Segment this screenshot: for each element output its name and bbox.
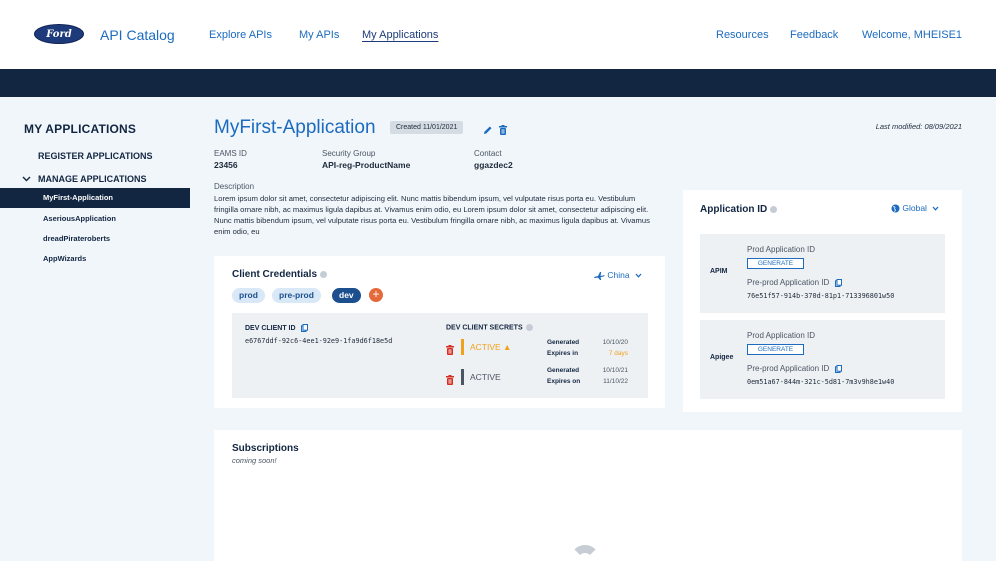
client-secrets-label: DEV CLIENT SECRETS	[446, 324, 523, 332]
preprod-application-id-label: Pre-prod Application ID	[747, 364, 830, 373]
secret-expires-label: Expires on	[547, 378, 581, 385]
globe-icon	[891, 204, 900, 213]
info-icon[interactable]	[770, 205, 778, 213]
secret-expires-label: Expires in	[547, 350, 579, 357]
delete-secret-trash-icon[interactable]	[446, 342, 454, 360]
subscriptions-note: coming soon!	[232, 456, 277, 465]
last-modified-date: Last modified: 08/09/2021	[875, 122, 962, 131]
env-pill-pre-prod[interactable]: pre-prod	[272, 288, 321, 303]
client-credentials-title: Client Credentials	[232, 269, 328, 280]
application-id-title: Application ID	[700, 204, 778, 215]
preprod-application-id-label: Pre-prod Application ID	[747, 278, 830, 287]
secret-generated-date: 10/10/20	[602, 339, 628, 346]
dev-credentials-panel: DEV CLIENT ID e6767ddf-92c6-4ee1-92e9-1f…	[232, 313, 648, 398]
copy-icon[interactable]	[834, 364, 842, 373]
edit-pencil-icon[interactable]	[483, 122, 493, 134]
sidebar-item-myfirst-application[interactable]: MyFirst-Application	[0, 188, 190, 208]
prod-application-id-label: Prod Application ID	[747, 331, 816, 340]
sidebar-manage-label: MANAGE APPLICATIONS	[38, 174, 147, 184]
application-id-title-text: Application ID	[700, 204, 768, 215]
description-text: Lorem ipsum dolor sit amet, consectetur …	[214, 194, 650, 236]
apim-id-panel: APIM Prod Application ID GENERATE Pre-pr…	[700, 234, 945, 313]
chevron-down-icon	[932, 206, 939, 212]
platform-label-apigee: Apigee	[710, 354, 734, 361]
preprod-application-id-value[interactable]: 0em51a67-844m-321c-5d81-7m3v9h8e1w40	[747, 378, 894, 386]
preprod-application-id-caption: Pre-prod Application ID	[747, 364, 842, 373]
app-title[interactable]: API Catalog	[100, 27, 175, 43]
secret-generated-label: Generated	[547, 367, 580, 374]
client-id-caption: DEV CLIENT ID	[245, 324, 308, 332]
preprod-application-id-caption: Pre-prod Application ID	[747, 278, 842, 287]
preprod-application-id-value[interactable]: 76e51f57-914b-370d-81p1-713396801w50	[747, 292, 894, 300]
loading-spinner-icon	[570, 545, 600, 561]
region-label: Global	[902, 203, 927, 213]
client-secrets-caption: DEV CLIENT SECRETS	[446, 324, 533, 331]
env-pill-prod[interactable]: prod	[232, 288, 265, 303]
apigee-id-panel: Apigee Prod Application ID GENERATE Pre-…	[700, 320, 945, 399]
sidebar: MY APPLICATIONS REGISTER APPLICATIONS MA…	[0, 97, 190, 561]
sidebar-register-applications[interactable]: REGISTER APPLICATIONS	[38, 151, 153, 161]
nav-feedback[interactable]: Feedback	[790, 29, 838, 41]
generate-button[interactable]: GENERATE	[747, 258, 804, 269]
main-content: MyFirst-Application Created 11/01/2021 L…	[190, 97, 996, 561]
nav-my-applications[interactable]: My Applications	[362, 29, 438, 41]
eams-id-label: EAMS ID	[214, 149, 247, 158]
nav-explore-apis[interactable]: Explore APIs	[209, 29, 272, 41]
copy-icon[interactable]	[300, 324, 308, 332]
info-icon[interactable]	[320, 270, 328, 278]
subscriptions-title: Subscriptions	[232, 443, 299, 454]
chevron-down-icon	[22, 175, 32, 184]
env-pill-dev[interactable]: dev	[332, 288, 361, 303]
add-environment-button[interactable]: +	[369, 288, 383, 302]
contact-value: ggazdec2	[474, 160, 513, 170]
secret-expires-value: 11/10/22	[603, 378, 628, 385]
eams-id-value: 23456	[214, 160, 238, 170]
nav-user-welcome[interactable]: Welcome, MHEISE1	[862, 29, 962, 41]
plane-icon	[594, 271, 605, 280]
secret-status-active-warning: ACTIVE ▲	[461, 339, 511, 355]
security-group-value: API-reg-ProductName	[322, 160, 411, 170]
nav-my-apis[interactable]: My APIs	[299, 29, 339, 41]
nav-resources[interactable]: Resources	[716, 29, 769, 41]
client-credentials-title-text: Client Credentials	[232, 269, 318, 280]
prod-application-id-label: Prod Application ID	[747, 245, 816, 254]
client-credentials-card: Client Credentials China prod pre-prod d…	[214, 256, 665, 408]
description-label: Description	[214, 182, 255, 191]
sidebar-item-aseriousapplication[interactable]: AseriousApplication	[0, 209, 190, 229]
region-selector-china[interactable]: China	[594, 270, 642, 280]
region-label: China	[607, 270, 630, 280]
secret-generated-label: Generated	[547, 339, 580, 346]
delete-secret-trash-icon[interactable]	[446, 372, 454, 390]
sidebar-heading: MY APPLICATIONS	[24, 122, 137, 136]
contact-label: Contact	[474, 149, 502, 158]
secret-generated-date: 10/10/21	[602, 367, 628, 374]
page-title: MyFirst-Application	[214, 117, 376, 138]
ford-logo-text: Ford	[46, 28, 72, 40]
delete-application-trash-icon[interactable]	[499, 122, 507, 135]
sidebar-manage-applications[interactable]: MANAGE APPLICATIONS	[22, 174, 147, 184]
platform-label-apim: APIM	[710, 268, 728, 275]
info-icon[interactable]	[525, 324, 533, 331]
ford-logo[interactable]: Ford	[34, 24, 84, 44]
sidebar-item-appwizards[interactable]: AppWizards	[0, 249, 190, 269]
created-badge: Created 11/01/2021	[390, 121, 464, 134]
secret-status-active: ACTIVE	[461, 369, 501, 385]
top-navigation-bar: Ford API Catalog Explore APIs My APIs My…	[0, 0, 996, 69]
chevron-down-icon	[635, 273, 642, 279]
subscriptions-card: Subscriptions coming soon!	[214, 430, 962, 561]
region-selector-global[interactable]: Global	[891, 203, 939, 213]
secret-expires-value: 7 days	[608, 350, 628, 357]
security-group-label: Security Group	[322, 149, 376, 158]
header-band	[0, 69, 996, 97]
application-id-card: Application ID Global APIM Prod Applicat…	[683, 190, 962, 412]
sidebar-item-dreadpirateroberts[interactable]: dreadPirateroberts	[0, 229, 190, 249]
client-id-label: DEV CLIENT ID	[245, 324, 296, 332]
client-id-value[interactable]: e6767ddf-92c6-4ee1-92e9-1fa9d6f18e5d	[245, 337, 392, 345]
generate-button[interactable]: GENERATE	[747, 344, 804, 355]
copy-icon[interactable]	[834, 278, 842, 287]
